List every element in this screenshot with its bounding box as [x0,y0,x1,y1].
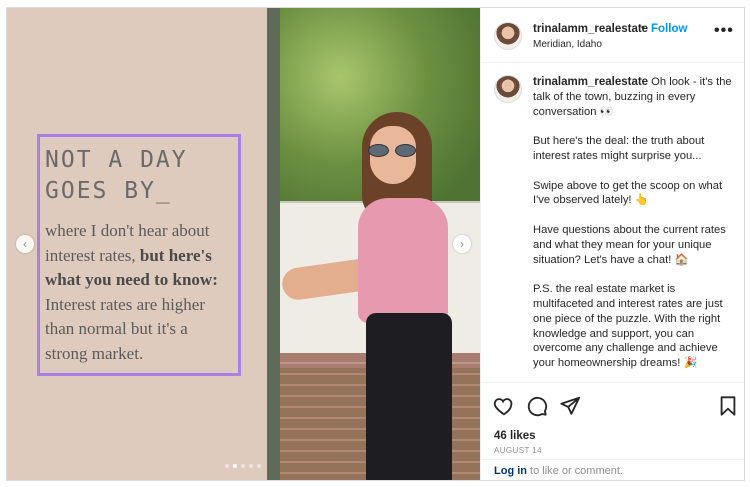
quote-body-end: Interest rates are higher than normal bu… [45,294,205,363]
post-side-panel: trinalamm_realestate • Follow Meridian, … [480,8,744,480]
login-prompt: Log in to like or comment. [481,459,744,480]
sunglasses-icon [368,144,416,157]
share-icon[interactable] [559,395,581,417]
quote-body: where I don't hear about interest rates,… [45,219,233,366]
quote-heading: NOT A DAY GOES BY_ [45,147,188,204]
post-header: trinalamm_realestate • Follow Meridian, … [481,8,744,63]
caption-username[interactable]: trinalamm_realestate [533,76,648,88]
quote-box: NOT A DAY GOES BY_ where I don't hear ab… [37,134,241,376]
post-actions: 46 likes AUGUST 14 Log in to like or com… [481,382,744,480]
carousel-dots [225,464,261,468]
avatar[interactable] [494,22,522,50]
location-link[interactable]: Meridian, Idaho [533,39,602,50]
caption-paragraph: Swipe above to get the scoop on what I'v… [533,179,723,207]
carousel-dot [233,464,237,468]
photo-person-pants [366,313,452,480]
post-media[interactable]: NOT A DAY GOES BY_ where I don't hear ab… [7,8,480,480]
heart-icon[interactable] [493,395,515,417]
caption: trinalamm_realestate Oh look - it's the … [533,75,738,381]
photo-person-top [358,198,448,323]
color-divider [267,8,280,480]
carousel-dot [241,464,245,468]
chevron-right-icon: › [460,237,464,251]
comments-area[interactable]: trinalamm_realestate Oh look - it's the … [481,64,744,381]
comment-icon[interactable] [526,395,548,417]
more-options-icon[interactable]: ••• [714,22,734,40]
bookmark-icon[interactable] [717,395,739,417]
carousel-dot [225,464,229,468]
instagram-post: NOT A DAY GOES BY_ where I don't hear ab… [6,7,745,481]
post-date: AUGUST 14 [494,446,542,455]
login-prompt-text: to like or comment. [527,465,623,477]
photo-panel [280,8,480,480]
caption-paragraph: P.S. the real estate market is multiface… [533,283,723,370]
header-username[interactable]: trinalamm_realestate [533,23,648,35]
carousel-next-button[interactable]: › [453,235,471,253]
carousel-prev-button[interactable]: ‹ [16,235,34,253]
chevron-left-icon: ‹ [23,237,27,251]
caption-paragraph: But here's the deal: the truth about int… [533,135,705,162]
login-link[interactable]: Log in [494,465,527,477]
follow-button[interactable]: Follow [651,23,687,35]
caption-paragraph: trinalamm_realestate Oh look - it's the … [533,76,732,118]
text-graphic-panel: NOT A DAY GOES BY_ where I don't hear ab… [7,8,267,480]
carousel-dot [257,464,261,468]
likes-count[interactable]: 46 likes [494,430,536,442]
header-separator: • [641,22,645,34]
carousel-dot [249,464,253,468]
caption-avatar[interactable] [494,75,522,103]
caption-paragraph: Have questions about the current rates a… [533,223,726,266]
